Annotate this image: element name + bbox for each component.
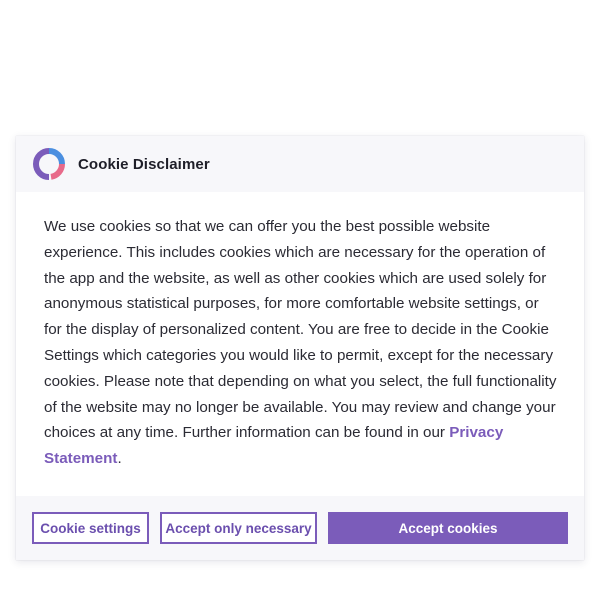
- disclaimer-text: We use cookies so that we can offer you …: [44, 218, 557, 442]
- disclaimer-text-end: .: [117, 450, 122, 468]
- accept-cookies-button[interactable]: Accept cookies: [328, 512, 568, 544]
- dialog-body: We use cookies so that we can offer you …: [16, 192, 584, 472]
- dialog-footer: Cookie settings Accept only necessary Ac…: [16, 496, 584, 560]
- accept-only-necessary-button[interactable]: Accept only necessary: [160, 512, 317, 544]
- brand-logo-icon: [32, 147, 66, 181]
- dialog-header: Cookie Disclaimer: [16, 136, 584, 192]
- cookie-settings-button[interactable]: Cookie settings: [32, 512, 149, 544]
- dialog-title: Cookie Disclaimer: [78, 155, 210, 173]
- cookie-disclaimer-dialog: Cookie Disclaimer We use cookies so that…: [16, 136, 584, 560]
